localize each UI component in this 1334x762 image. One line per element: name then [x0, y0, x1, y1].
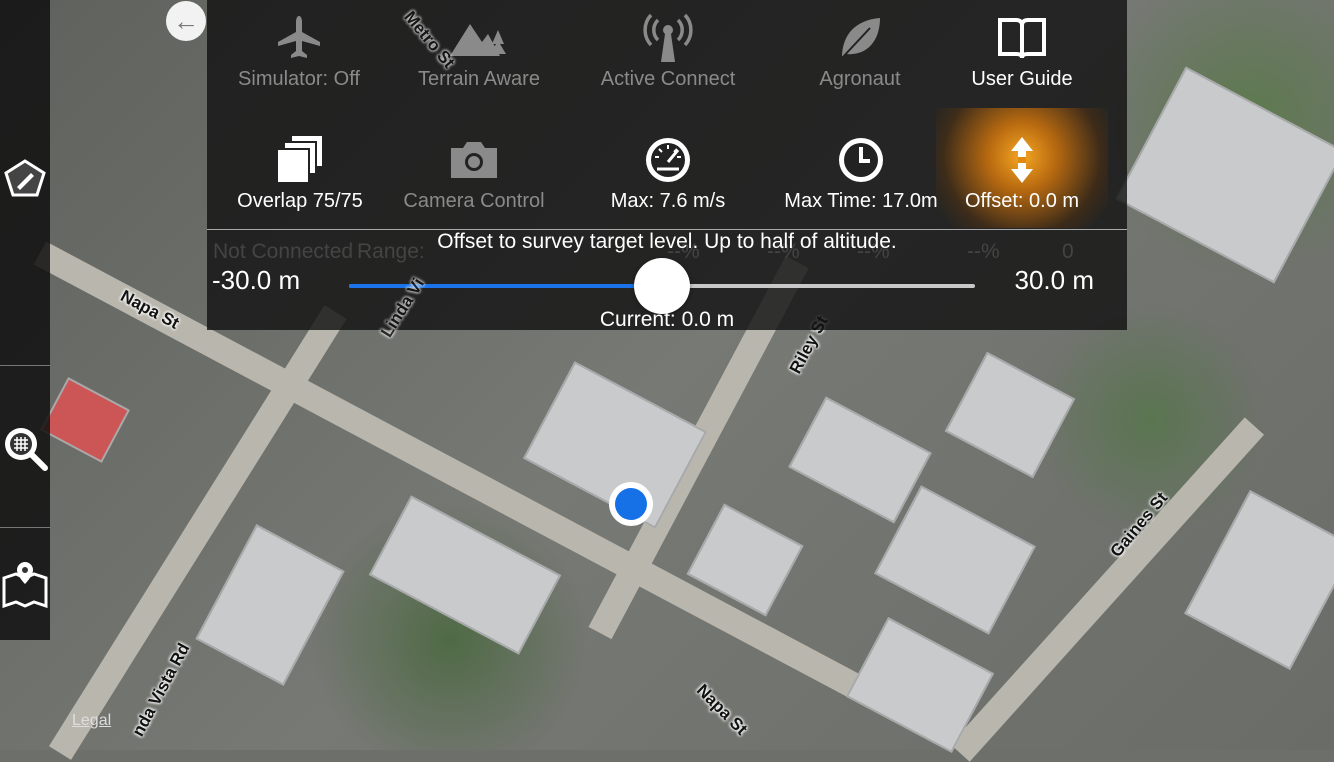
leaf-icon	[841, 18, 880, 59]
legal-link[interactable]: Legal	[72, 712, 111, 730]
active-connect-toggle[interactable]: Active Connect	[573, 8, 763, 91]
current-offset: Current: 0.0 m	[599, 308, 735, 331]
map-pin-icon	[2, 562, 48, 608]
offset-button[interactable]: Offset: 0.0 m	[936, 108, 1108, 228]
mountains-icon	[450, 24, 506, 56]
street-label: nda Vista Rd	[128, 639, 194, 740]
offset-hint: Offset to survey target level. Up to hal…	[437, 230, 897, 253]
simulator-toggle[interactable]: Simulator: Off	[204, 8, 394, 91]
terrain-aware-label: Terrain Aware	[418, 68, 540, 90]
speedometer-icon	[646, 138, 690, 182]
polygon-edit-icon	[4, 159, 46, 197]
grid-search-icon	[5, 428, 48, 471]
offset-slider[interactable]	[349, 258, 975, 314]
clock-icon	[839, 138, 883, 182]
book-icon	[998, 18, 1046, 59]
active-connect-label: Active Connect	[600, 68, 736, 90]
user-guide-label: User Guide	[971, 68, 1073, 90]
vertical-arrows-icon	[1011, 137, 1033, 183]
camera-control-label: Camera Control	[403, 190, 545, 212]
street-label: Napa St	[692, 680, 752, 739]
user-guide-button[interactable]: User Guide	[927, 8, 1117, 91]
simulator-label: Simulator: Off	[238, 68, 360, 90]
left-toolbar	[0, 0, 50, 640]
terrain-aware-toggle[interactable]: Terrain Aware	[384, 8, 574, 91]
airplane-icon	[278, 16, 320, 58]
antenna-icon	[643, 13, 693, 62]
slider-thumb[interactable]	[634, 258, 690, 314]
back-button[interactable]: ←	[166, 1, 206, 41]
divider	[0, 527, 50, 528]
camera-control-button[interactable]: Camera Control	[379, 130, 569, 213]
max-time-label: Max Time: 17.0m	[784, 190, 938, 212]
max-time-button[interactable]: Max Time: 17.0m	[766, 130, 956, 213]
max-speed-button[interactable]: Max: 7.6 m/s	[573, 130, 763, 213]
edit-polygon-button[interactable]	[0, 157, 50, 201]
settings-panel: Not Connected Range: --% --% --% --% 0 S…	[204, 0, 1127, 331]
slider-fill	[349, 284, 662, 288]
slider-min-label: -30.0 m	[212, 265, 301, 295]
grid-search-button[interactable]	[0, 425, 50, 471]
map-button[interactable]	[0, 560, 50, 608]
overlap-label: Overlap 75/75	[237, 190, 363, 212]
arrow-left-icon: ←	[173, 5, 199, 36]
slider-max-label: 30.0 m	[1014, 265, 1095, 295]
overlap-button[interactable]: Overlap 75/75	[205, 130, 395, 213]
layers-icon	[276, 134, 324, 184]
divider	[0, 365, 50, 366]
current-location-marker	[609, 482, 653, 526]
offset-label: Offset: 0.0 m	[964, 190, 1080, 212]
camera-icon	[451, 142, 497, 178]
max-speed-label: Max: 7.6 m/s	[610, 190, 726, 212]
